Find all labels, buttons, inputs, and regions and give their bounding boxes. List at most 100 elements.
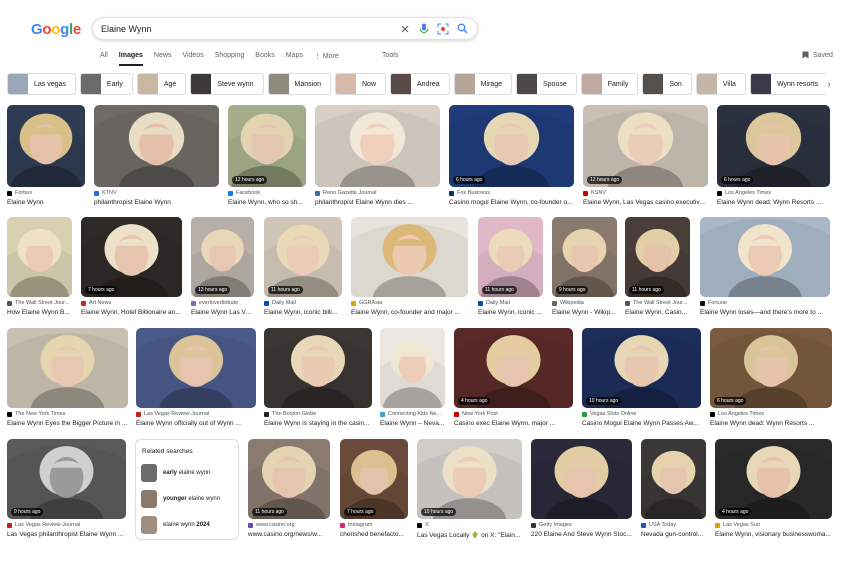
result-title[interactable]: 220 Elaine And Steve Wynn Stoc... bbox=[531, 531, 632, 538]
result-title[interactable]: Elaine Wynn is staying in the casin... bbox=[264, 420, 372, 427]
result-source[interactable]: GGRAsia bbox=[351, 300, 468, 306]
image-result[interactable]: 9 hours ago Las Vegas Review-Journal Las V… bbox=[7, 439, 126, 541]
result-title[interactable]: How Elaine Wynn B... bbox=[7, 309, 72, 316]
chip-las-vegas[interactable]: Las vegas bbox=[7, 73, 76, 95]
result-source[interactable]: www.casino.org bbox=[248, 522, 330, 528]
image-result[interactable]: 12 hours ago Facebook Elaine Wynn, who so … bbox=[228, 105, 306, 209]
result-thumbnail[interactable] bbox=[136, 328, 256, 408]
clear-icon[interactable] bbox=[398, 22, 412, 36]
result-thumbnail[interactable] bbox=[7, 105, 85, 187]
result-title[interactable]: Elaine Wynn, iconic billi... bbox=[264, 309, 342, 316]
result-thumbnail[interactable]: 12 hours ago bbox=[583, 105, 708, 187]
result-source[interactable]: Fortune bbox=[700, 300, 830, 306]
tab-maps[interactable]: Maps bbox=[286, 52, 303, 66]
result-source[interactable]: Getty Images bbox=[531, 522, 632, 528]
image-result[interactable]: USA Today Nevada gun-control... bbox=[641, 439, 706, 541]
result-title[interactable]: Elaine Wynn Las Ve... bbox=[191, 309, 254, 316]
result-title[interactable]: Elaine Wynn bbox=[7, 199, 85, 206]
result-thumbnail[interactable]: 9 hours ago bbox=[552, 217, 617, 297]
result-source[interactable]: Los Angeles Times bbox=[710, 411, 832, 417]
result-thumbnail[interactable]: 4 hours ago bbox=[454, 328, 573, 408]
result-source[interactable]: Las Vegas Review-Journal bbox=[7, 522, 126, 528]
image-result[interactable]: 11 hours ago Daily Mail Elaine Wynn, iconi… bbox=[478, 217, 543, 319]
result-thumbnail[interactable]: 13 hours ago bbox=[191, 217, 254, 297]
result-source[interactable]: Connecting Kids Ne... bbox=[380, 411, 445, 417]
result-source[interactable]: KTNV bbox=[94, 190, 219, 196]
tab-all[interactable]: All bbox=[100, 52, 108, 66]
result-thumbnail[interactable]: 6 hours ago bbox=[710, 328, 832, 408]
result-thumbnail[interactable]: 11 hours ago bbox=[248, 439, 330, 519]
image-result[interactable]: 10 hours ago X Las Vegas Locally 🌵 on X: "… bbox=[417, 439, 522, 541]
result-source[interactable]: New York Post bbox=[454, 411, 573, 417]
google-logo[interactable]: Google bbox=[31, 21, 81, 38]
image-result[interactable]: Reno Gazette Journal philanthropist Elain… bbox=[315, 105, 440, 209]
tab-books[interactable]: Books bbox=[255, 52, 274, 66]
result-source[interactable]: Los Angeles Times bbox=[717, 190, 830, 196]
result-title[interactable]: Elaine Wynn, co-founder and major ... bbox=[351, 309, 468, 316]
result-source[interactable]: The Wall Street Jour... bbox=[625, 300, 690, 306]
result-title[interactable]: Elaine Wynn Eyes the Bigger Picture in .… bbox=[7, 420, 128, 427]
result-title[interactable]: Elaine Wynn - Wikip... bbox=[552, 309, 617, 316]
image-result[interactable]: Connecting Kids Ne... Elaine Wynn – Neva.… bbox=[380, 328, 445, 430]
result-thumbnail[interactable]: 4 hours ago bbox=[715, 439, 832, 519]
result-thumbnail[interactable]: 9 hours ago bbox=[7, 439, 126, 519]
image-result[interactable]: 13 hours ago everlovedtribute Elaine Wynn … bbox=[191, 217, 254, 319]
chip-family[interactable]: Family bbox=[580, 73, 639, 95]
result-title[interactable]: Elaine Wynn officially out of Wynn ... bbox=[136, 420, 256, 427]
result-title[interactable]: Elaine Wynn, Casin... bbox=[625, 309, 690, 316]
search-icon[interactable] bbox=[455, 22, 469, 36]
chip-steve-wynn[interactable]: Steve wynn bbox=[190, 73, 264, 95]
result-title[interactable]: www.casino.org/news/w... bbox=[248, 531, 330, 538]
image-result[interactable]: 11 hours ago www.casino.org www.casino.org… bbox=[248, 439, 330, 541]
saved-button[interactable]: Saved bbox=[802, 51, 833, 59]
tab-news[interactable]: News bbox=[154, 52, 172, 66]
chip-spouse[interactable]: Spouse bbox=[516, 73, 577, 95]
camera-lens-icon[interactable] bbox=[436, 22, 450, 36]
result-source[interactable]: Forbes bbox=[7, 190, 85, 196]
image-result[interactable]: Las Vegas Review-Journal Elaine Wynn offi… bbox=[136, 328, 256, 430]
image-result[interactable]: 7 hours ago Instagram cherished benefacto.… bbox=[340, 439, 408, 541]
result-thumbnail[interactable]: 7 hours ago bbox=[340, 439, 408, 519]
tab-more[interactable]: ⋮ More bbox=[314, 52, 339, 66]
result-source[interactable]: Daily Mail bbox=[264, 300, 342, 306]
result-title[interactable]: Elaine Wynn, visionary businesswoma... bbox=[715, 531, 832, 538]
result-source[interactable]: Instagram bbox=[340, 522, 408, 528]
result-title[interactable]: Elaine Wynn loses—and there's more to ..… bbox=[700, 309, 830, 316]
result-source[interactable]: USA Today bbox=[641, 522, 706, 528]
tab-videos[interactable]: Videos bbox=[182, 52, 203, 66]
result-thumbnail[interactable] bbox=[264, 328, 372, 408]
result-source[interactable]: Las Vegas Sun bbox=[715, 522, 832, 528]
related-search-2024[interactable]: elaine wynn 2024 bbox=[141, 516, 235, 534]
result-thumbnail[interactable] bbox=[315, 105, 440, 187]
image-result[interactable]: 4 hours ago Las Vegas Sun Elaine Wynn, vis… bbox=[715, 439, 832, 541]
result-source[interactable]: everlovedtribute bbox=[191, 300, 254, 306]
chip-villa[interactable]: Villa bbox=[695, 73, 746, 95]
result-source[interactable]: Art News bbox=[81, 300, 182, 306]
result-title[interactable]: Elaine Wynn, iconic ... bbox=[478, 309, 543, 316]
result-title[interactable]: Elaine Wynn, Hotel Billionaire an... bbox=[81, 309, 182, 316]
result-thumbnail[interactable]: 6 hours ago bbox=[449, 105, 574, 187]
result-thumbnail[interactable]: 11 hours ago bbox=[264, 217, 342, 297]
search-box[interactable] bbox=[92, 17, 478, 40]
result-source[interactable]: Las Vegas Review-Journal bbox=[136, 411, 256, 417]
tab-images[interactable]: Images bbox=[118, 52, 143, 66]
image-result[interactable]: 6 hours ago Fox Business Casino mogul Elai… bbox=[449, 105, 574, 209]
result-thumbnail[interactable]: 6 hours ago bbox=[717, 105, 830, 187]
chip-early[interactable]: Early bbox=[79, 73, 133, 95]
result-title[interactable]: philanthropist Elaine Wynn dies ... bbox=[315, 199, 440, 206]
image-result[interactable]: 11 hours ago Daily Mail Elaine Wynn, iconi… bbox=[264, 217, 342, 319]
result-source[interactable]: Vegas Slots Online bbox=[582, 411, 701, 417]
tab-shopping[interactable]: Shopping bbox=[215, 52, 245, 66]
result-title[interactable]: philanthropist Elaine Wynn bbox=[94, 199, 219, 206]
result-source[interactable]: Wikipedia bbox=[552, 300, 617, 306]
chip-mansion[interactable]: Mansion bbox=[267, 73, 331, 95]
image-result[interactable]: 12 hours ago KSNV Elaine Wynn, Las Vegas c… bbox=[583, 105, 708, 209]
result-thumbnail[interactable]: 10 hours ago bbox=[417, 439, 522, 519]
result-title[interactable]: Elaine Wynn dead: Wynn Resorts ... bbox=[710, 420, 832, 427]
result-title[interactable]: cherished benefacto... bbox=[340, 531, 408, 538]
result-title[interactable]: Casino mogul Elaine Wynn, co-founder o..… bbox=[449, 199, 574, 206]
chip-andrea[interactable]: Andrea bbox=[390, 73, 450, 95]
result-source[interactable]: The Boston Globe bbox=[264, 411, 372, 417]
result-source[interactable]: Fox Business bbox=[449, 190, 574, 196]
result-thumbnail[interactable]: 11 hours ago bbox=[625, 217, 690, 297]
